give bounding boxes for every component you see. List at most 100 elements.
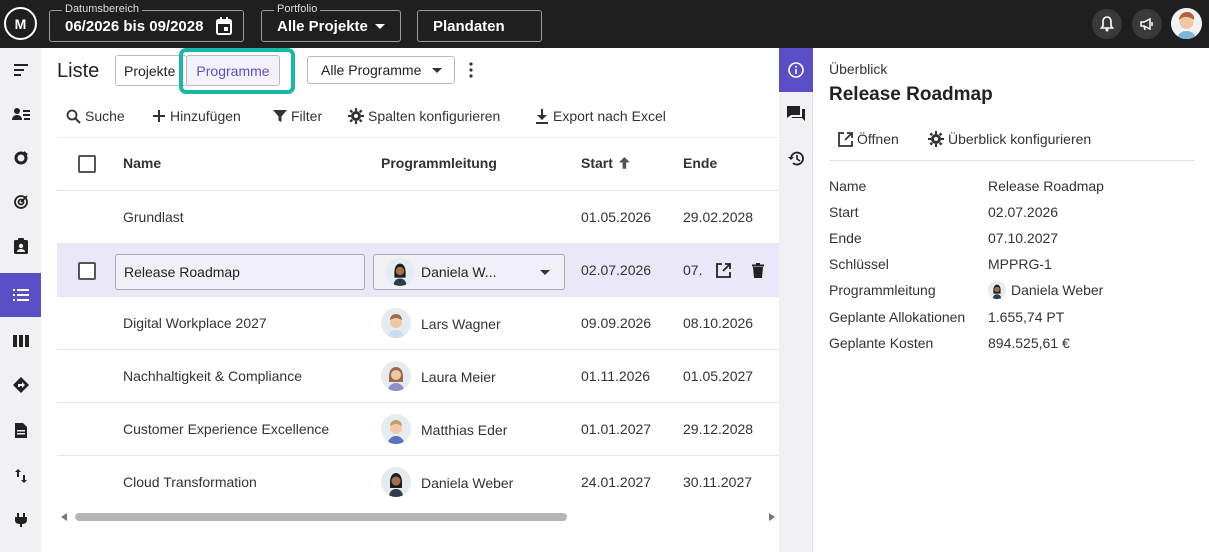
row-lead-select[interactable]: Daniela W... bbox=[373, 254, 565, 290]
open-button[interactable]: Öffnen bbox=[838, 129, 899, 149]
scroll-left-icon[interactable] bbox=[61, 513, 67, 521]
filter-icon bbox=[273, 110, 287, 122]
detail-value: 02.07.2026 bbox=[988, 204, 1059, 220]
detail-key: Geplante Allokationen bbox=[829, 309, 966, 325]
column-header-end[interactable]: Ende bbox=[683, 155, 717, 171]
megaphone-icon bbox=[1140, 17, 1153, 31]
row-end: 01.05.2027 bbox=[683, 368, 754, 384]
chevron-down-icon bbox=[375, 24, 385, 29]
detail-key: Name bbox=[829, 178, 867, 194]
app-logo[interactable]: M bbox=[4, 7, 37, 40]
select-all-checkbox[interactable] bbox=[78, 155, 96, 173]
plandaten-select[interactable]: Plandaten bbox=[417, 10, 542, 42]
detail-value: 07.10.2027 bbox=[988, 230, 1059, 246]
nav-item-roadmap[interactable] bbox=[0, 363, 41, 407]
column-header-start[interactable]: Start bbox=[581, 155, 630, 171]
page-title: Liste bbox=[57, 60, 100, 82]
configure-overview-button[interactable]: Überblick konfigurieren bbox=[928, 129, 1091, 149]
avatar-daniela-icon bbox=[386, 258, 414, 286]
detail-value: MPPRG-1 bbox=[988, 256, 1052, 272]
avatar-face-icon bbox=[1171, 8, 1202, 39]
details-rail bbox=[779, 48, 813, 552]
nav-item-transfer[interactable] bbox=[0, 454, 41, 498]
bell-icon bbox=[1100, 16, 1114, 32]
nav-item-board[interactable] bbox=[0, 319, 41, 363]
column-header-name[interactable]: Name bbox=[123, 155, 161, 171]
user-list-icon bbox=[11, 108, 30, 120]
history-icon bbox=[787, 151, 804, 165]
detail-value: 894.525,61 € bbox=[988, 335, 1070, 351]
row-start: 24.01.2027 bbox=[581, 474, 652, 490]
avatar-matthias-icon bbox=[381, 414, 411, 444]
nav-item-documents[interactable] bbox=[0, 408, 41, 452]
detail-row-key: Schlüssel MPPRG-1 bbox=[829, 256, 1199, 276]
notifications-button[interactable] bbox=[1092, 9, 1122, 39]
rail-item-history[interactable] bbox=[779, 136, 813, 180]
add-button[interactable]: Hinzufügen bbox=[152, 106, 241, 126]
open-in-new-icon[interactable] bbox=[716, 263, 731, 278]
avatar-daniela-icon bbox=[988, 281, 1006, 299]
configure-columns-button[interactable]: Spalten konfigurieren bbox=[348, 106, 500, 126]
export-excel-button[interactable]: Export nach Excel bbox=[535, 106, 666, 126]
more-options-icon[interactable] bbox=[469, 62, 473, 78]
nav-item-menu[interactable] bbox=[0, 48, 41, 92]
delete-icon[interactable] bbox=[752, 263, 764, 278]
row-checkbox[interactable] bbox=[78, 262, 96, 280]
column-header-lead[interactable]: Programmleitung bbox=[381, 155, 497, 171]
detail-key: Programmleitung bbox=[829, 282, 936, 298]
detail-row-allocations: Geplante Allokationen 1.655,74 PT bbox=[829, 309, 1199, 329]
row-name-value: Release Roadmap bbox=[124, 264, 240, 280]
date-range-legend: Datumsbereich bbox=[62, 2, 142, 16]
row-lead: Daniela Weber bbox=[421, 475, 514, 491]
user-avatar[interactable] bbox=[1171, 8, 1202, 39]
nav-item-integrations[interactable] bbox=[0, 498, 41, 542]
rail-item-overview[interactable] bbox=[779, 48, 813, 92]
detail-row-start: Start 02.07.2026 bbox=[829, 204, 1199, 224]
nav-item-cycle[interactable] bbox=[0, 136, 41, 180]
row-end: 29.02.2028 bbox=[683, 209, 754, 225]
table-row[interactable]: Cloud Transformation Daniela Weber 24.01… bbox=[57, 456, 779, 509]
table-row[interactable]: Customer Experience Excellence Matthias … bbox=[57, 403, 779, 456]
calendar-icon[interactable] bbox=[216, 17, 232, 35]
nav-item-resources[interactable] bbox=[0, 92, 41, 136]
avatar-laura-icon bbox=[381, 361, 411, 391]
main-content: Liste Projekte Programme Alle Programme … bbox=[41, 48, 779, 552]
nav-item-assignments[interactable] bbox=[0, 224, 41, 268]
tab-projekte[interactable]: Projekte bbox=[115, 55, 187, 86]
scrollbar-thumb[interactable] bbox=[75, 513, 567, 521]
horizontal-scrollbar[interactable] bbox=[57, 509, 779, 523]
detail-key: Schlüssel bbox=[829, 256, 889, 272]
search-button[interactable]: Suche bbox=[66, 106, 125, 126]
row-end: 08.10.2026 bbox=[683, 315, 754, 331]
portfolio-value: Alle Projekte bbox=[277, 18, 368, 35]
panel-title: Release Roadmap bbox=[829, 84, 993, 105]
table-row-selected[interactable]: Release Roadmap Daniela W... 02.07.2026 … bbox=[57, 244, 779, 297]
overview-panel: Überblick Release Roadmap Öffnen Überbli… bbox=[813, 48, 1209, 552]
panel-kicker: Überblick bbox=[829, 61, 888, 77]
info-icon bbox=[788, 62, 804, 78]
row-start: 09.09.2026 bbox=[581, 315, 652, 331]
date-range-value: 06/2026 bis 09/2028 bbox=[65, 18, 204, 35]
program-filter-dropdown[interactable]: Alle Programme bbox=[307, 56, 455, 84]
row-name-input[interactable]: Release Roadmap bbox=[115, 254, 365, 290]
nav-item-list[interactable] bbox=[0, 273, 41, 317]
gear-icon bbox=[348, 108, 364, 124]
chevron-down-icon bbox=[540, 270, 550, 275]
portfolio-select[interactable]: Portfolio Alle Projekte bbox=[261, 2, 401, 42]
detail-value: Release Roadmap bbox=[988, 178, 1104, 194]
scroll-right-icon[interactable] bbox=[769, 513, 775, 521]
rail-item-comments[interactable] bbox=[779, 92, 813, 136]
gear-icon bbox=[928, 131, 944, 147]
detail-key: Ende bbox=[829, 230, 862, 246]
avatar-daniela-icon bbox=[381, 467, 411, 497]
table-row[interactable]: Grundlast 01.05.2026 29.02.2028 bbox=[57, 191, 779, 244]
table-row[interactable]: Nachhaltigkeit & Compliance Laura Meier … bbox=[57, 350, 779, 403]
row-end: 07. bbox=[683, 262, 703, 278]
nav-item-goals[interactable] bbox=[0, 180, 41, 224]
date-range-field[interactable]: Datumsbereich 06/2026 bis 09/2028 bbox=[49, 2, 244, 42]
table-row[interactable]: Digital Workplace 2027 Lars Wagner 09.09… bbox=[57, 297, 779, 350]
row-lead: Lars Wagner bbox=[421, 316, 501, 332]
announcements-button[interactable] bbox=[1132, 9, 1162, 39]
filter-button[interactable]: Filter bbox=[273, 106, 322, 126]
transfer-icon bbox=[14, 469, 27, 483]
